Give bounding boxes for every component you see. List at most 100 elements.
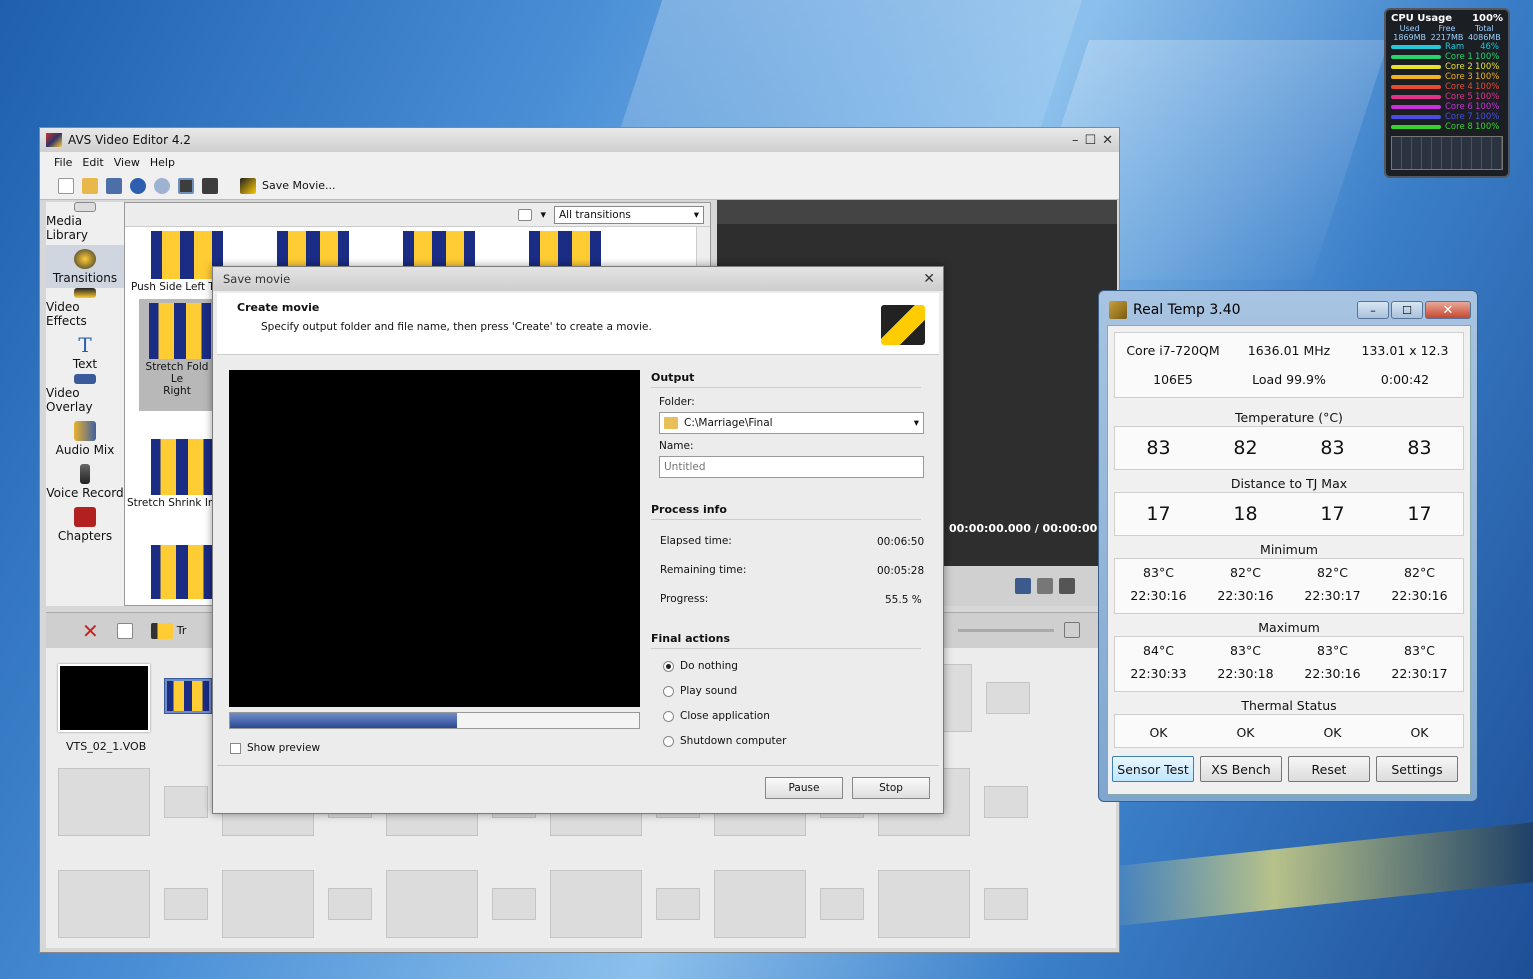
sidebar-item-transitions[interactable]: Transitions — [46, 245, 124, 288]
maximize-icon[interactable]: ☐ — [1084, 133, 1096, 148]
storyboard-transition-slot[interactable] — [328, 888, 372, 920]
aspect-4-3-icon[interactable] — [178, 177, 194, 194]
selected-transition[interactable]: Stretch Fold Le Right — [139, 299, 215, 411]
temperature-title: Temperature (°C) — [1235, 410, 1343, 425]
name-label: Name: — [659, 440, 694, 452]
transition-slot[interactable] — [164, 678, 212, 714]
pause-button[interactable]: Pause — [765, 777, 843, 799]
timeline-label: Tr — [176, 624, 187, 637]
reset-button[interactable]: Reset — [1288, 756, 1370, 782]
settings-button[interactable]: Settings — [1376, 756, 1458, 782]
preview-controls — [943, 566, 1117, 606]
sidebar-item-text[interactable]: T Text — [46, 331, 124, 374]
redo-icon[interactable] — [154, 177, 170, 194]
close-icon[interactable]: ✕ — [1102, 133, 1113, 148]
cpu-gadget-title: CPU Usage — [1391, 13, 1453, 24]
cpu-info-box: Core i7-720QM 1636.01 MHz 133.01 x 12.3 … — [1114, 332, 1464, 398]
fit-zoom-icon[interactable] — [1064, 622, 1080, 638]
menu-help[interactable]: Help — [150, 156, 175, 169]
minimize-icon[interactable]: – — [1357, 301, 1389, 319]
final-action-option[interactable]: Do nothing — [663, 660, 738, 672]
folder-label: Folder: — [659, 396, 695, 408]
maximize-icon[interactable]: ☐ — [1391, 301, 1423, 319]
mem-total-value: 4086MB — [1467, 33, 1501, 42]
cpu-mhz: 1636.01 MHz — [1247, 343, 1331, 358]
maximum-box: 84°C 83°C 83°C 83°C 22:30:33 22:30:18 22:30:1… — [1114, 636, 1464, 692]
new-project-icon[interactable] — [58, 177, 74, 194]
sidebar-item-video-effects[interactable]: Video Effects — [46, 288, 124, 331]
undo-icon[interactable] — [130, 177, 146, 194]
minimum-times: 22:30:16 22:30:16 22:30:17 22:30:16 — [1115, 588, 1463, 603]
storyboard-transition-slot[interactable] — [984, 888, 1028, 920]
avs-title-bar[interactable]: AVS Video Editor 4.2 – ☐ ✕ — [40, 128, 1119, 152]
snapshot-monitor-icon[interactable] — [1015, 578, 1031, 594]
menu-view[interactable]: View — [114, 156, 140, 169]
core-row: Core 1 100% — [1391, 52, 1503, 62]
sidebar-item-audio-mix[interactable]: Audio Mix — [46, 417, 124, 460]
save-movie-button[interactable]: Save Movie... — [240, 177, 336, 194]
timeline-toggle-button[interactable]: Tr — [150, 622, 187, 639]
final-action-label: Play sound — [680, 685, 738, 697]
close-icon[interactable]: ✕ — [923, 271, 943, 287]
sidebar-item-voice-record[interactable]: Voice Record — [46, 460, 124, 503]
transition-thumb[interactable] — [151, 439, 213, 495]
zoom-slider[interactable] — [958, 629, 1054, 632]
final-action-option[interactable]: Shutdown computer — [663, 735, 786, 747]
sidebar-item-video-overlay[interactable]: Video Overlay — [46, 374, 124, 417]
remove-all-icon[interactable] — [116, 622, 133, 639]
radio-icon — [663, 685, 674, 697]
core-name: Core 3 — [1445, 72, 1473, 82]
stop-button[interactable]: Stop — [852, 777, 930, 799]
core-max-time: 22:30:16 — [1304, 666, 1361, 681]
view-mode-chevron-icon[interactable]: ▾ — [540, 208, 546, 221]
save-icon[interactable] — [106, 177, 122, 194]
sidebar-item-media-library[interactable]: Media Library — [46, 202, 124, 245]
sidebar-item-chapters[interactable]: Chapters — [46, 503, 124, 546]
core-min-temp: 82°C — [1404, 565, 1435, 580]
clip-thumbnail[interactable] — [58, 664, 150, 732]
core-max-time: 22:30:18 — [1217, 666, 1274, 681]
chevron-down-icon: ▾ — [913, 417, 919, 429]
storyboard-cell[interactable] — [58, 768, 150, 836]
folder-select[interactable]: C:\Marriage\Final ▾ — [659, 412, 924, 434]
final-action-option[interactable]: Play sound — [663, 685, 737, 697]
sensor-test-button[interactable]: Sensor Test — [1112, 756, 1194, 782]
volume-icon[interactable] — [1059, 578, 1075, 594]
progress-fill — [230, 713, 457, 728]
storyboard-transition-slot[interactable] — [820, 888, 864, 920]
xs-bench-button[interactable]: XS Bench — [1200, 756, 1282, 782]
core-usage-bar — [1391, 115, 1441, 119]
storyboard-cell[interactable] — [550, 870, 642, 938]
storyboard-cell[interactable] — [58, 870, 150, 938]
name-input[interactable] — [659, 456, 924, 478]
cpu-usage-gadget: CPU Usage 100% Used Free Total 1869MB 22… — [1384, 8, 1510, 178]
storyboard-transition-slot[interactable] — [164, 888, 208, 920]
show-preview-checkbox[interactable]: Show preview — [230, 742, 320, 754]
core-min-temp: 82°C — [1317, 565, 1348, 580]
storyboard-transition-slot[interactable] — [656, 888, 700, 920]
storyboard-transition-slot[interactable] — [492, 888, 536, 920]
transition-filter-select[interactable]: All transitions ▾ — [554, 205, 704, 224]
progress-value: 55.5 % — [885, 594, 922, 606]
menu-bar: File Edit View Help — [40, 152, 1119, 172]
minimize-icon[interactable]: – — [1072, 133, 1079, 148]
final-action-option[interactable]: Close application — [663, 710, 770, 722]
storyboard-transition-slot[interactable] — [986, 682, 1030, 714]
menu-file[interactable]: File — [54, 156, 72, 169]
delete-icon[interactable]: ✕ — [82, 619, 99, 643]
realtemp-title-bar[interactable]: Real Temp 3.40 – ☐ ✕ — [1105, 297, 1471, 323]
camera-icon[interactable] — [1037, 578, 1053, 594]
transition-thumb[interactable] — [151, 545, 213, 599]
storyboard-transition-slot[interactable] — [984, 786, 1028, 818]
storyboard-cell[interactable] — [714, 870, 806, 938]
storyboard-cell[interactable] — [222, 870, 314, 938]
close-icon[interactable]: ✕ — [1425, 301, 1471, 319]
open-folder-icon[interactable] — [82, 177, 98, 194]
dialog-title-bar[interactable]: Save movie ✕ — [213, 267, 943, 291]
menu-edit[interactable]: Edit — [82, 156, 103, 169]
aspect-16-9-icon[interactable] — [202, 177, 218, 194]
view-mode-icon[interactable] — [518, 208, 533, 221]
storyboard-transition-slot[interactable] — [164, 786, 208, 818]
storyboard-cell[interactable] — [878, 870, 970, 938]
storyboard-cell[interactable] — [386, 870, 478, 938]
